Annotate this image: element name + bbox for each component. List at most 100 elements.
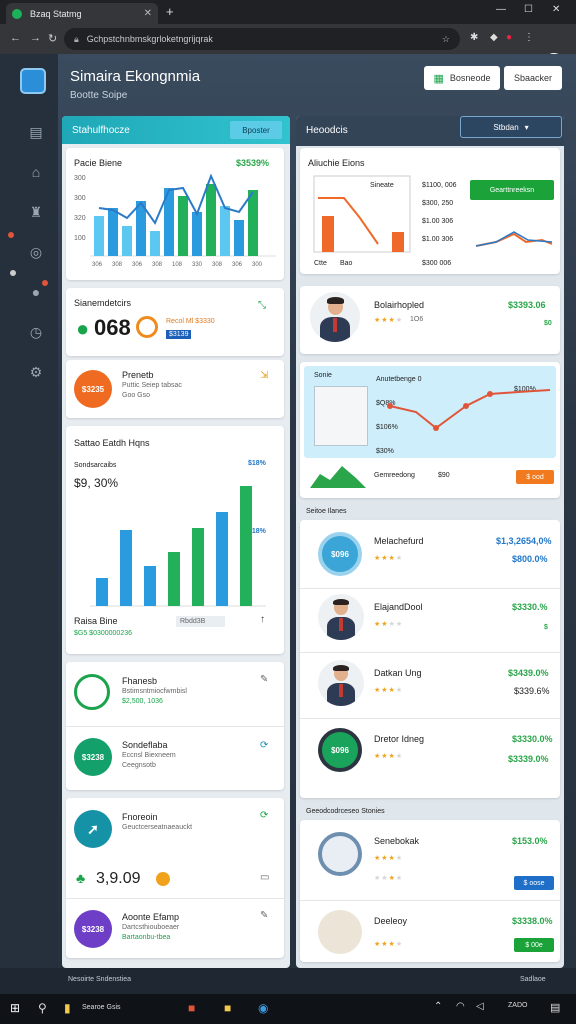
app-yellow-icon[interactable]: ■ [224,1001,231,1015]
product3-tag: $ [544,624,548,631]
right-head-dropdown[interactable]: Stbdan ▾ [460,116,562,138]
back-icon[interactable]: ← [10,32,21,44]
bp1-button[interactable]: $ oose [514,876,554,890]
chart1-y-tick: 300 [74,195,86,202]
product2-stars: ★★★★ [374,555,404,562]
product3-price: $3330.% [512,602,548,612]
chart1-y-tick: 100 [74,235,86,242]
promo-line2: Goo Gso [122,392,151,399]
footer-left: Nesoirte Sndenstiea [68,976,132,983]
hills-icon [310,466,366,488]
document-icon[interactable]: ▤ [28,124,44,140]
new-tab-button[interactable]: + [166,4,174,19]
chart3-v1: $1100, 006 [422,182,457,189]
product5-stars: ★★★★ [374,753,404,760]
divider [300,718,560,719]
volume-icon[interactable]: ◁ [476,1001,484,1012]
browser-icon[interactable]: ◉ [258,1001,268,1015]
product3-avatar [318,594,364,640]
building-icon[interactable]: ♜ [28,204,44,220]
kpi-tag2: $3139 [166,330,192,339]
app-logo-icon[interactable] [20,68,46,94]
taskbar-app-label: Searoe Gsis [82,1004,121,1011]
list3-title: Fnoreoin [122,812,158,822]
close-tab-icon[interactable]: ✕ [144,8,152,19]
edit-icon-2[interactable]: ✎ [260,910,268,921]
primary-header-button[interactable]: ▦ Bosneode [424,66,500,90]
chart2-bar [96,578,108,606]
bp2-button[interactable]: $ 00e [514,938,554,952]
product4-sub: $339.6% [514,686,550,696]
promo-card: $3235 Prenetb Puttic Seiep tabsac Goo Gs… [66,360,284,418]
edit-icon[interactable]: ✎ [260,674,268,685]
folder-icon[interactable]: ▭ [260,872,269,883]
minimize-icon[interactable]: — [496,4,506,15]
secondary-header-button[interactable]: Sbaacker [504,66,562,90]
chart1-x-tick: 300 [252,262,263,268]
promo-line1: Puttic Seiep tabsac [122,382,182,389]
section1-title: Seitoe Ilanes [306,508,347,515]
product2-circle: $096 [318,532,362,576]
chart1-svg: 300 300 320 100 306 308 306 308 108 330 308 306 300 [74,173,276,268]
chart3-legend: Sineate [370,182,394,189]
chart3-bar [392,232,404,252]
divider [66,726,284,727]
map-button[interactable]: $ ood [516,470,554,484]
url-text: Gchpstchnbmskgrloketngrijqrak [86,34,213,44]
bp2-price: $3338.0% [512,916,553,926]
share-icon[interactable]: ⇲ [260,370,268,381]
search-icon[interactable]: ⚲ [38,1001,47,1015]
left-head-button[interactable]: Bposter [230,121,282,139]
chart1-x-tick: 308 [112,262,123,268]
refresh-icon-2[interactable]: ⟳ [260,810,268,821]
chart1-bar [178,196,188,256]
forward-icon[interactable]: → [30,32,41,44]
browser-tab[interactable]: Bzaq Statmg ✕ [6,3,158,24]
refresh-icon[interactable]: ⟳ [260,740,268,751]
chart-icon[interactable]: ◎ [28,244,44,260]
tray-icon[interactable]: ⌃ [434,1001,442,1012]
product5-sub: $3339.0% [508,754,549,764]
settings-icon[interactable]: ⚙ [28,364,44,380]
chart3-foot3: $300 006 [422,260,452,267]
page-title: Simaira Ekongnmia [70,68,201,85]
chart1-x-tick: 108 [172,262,183,268]
chart1-y-tick: 300 [74,175,86,182]
maximize-icon[interactable]: ☐ [524,4,533,15]
list1-line1: Bstimsntmiocfwmbisl [122,688,187,695]
grid-icon: ▦ [433,72,444,85]
notifications-icon[interactable]: ● [28,284,44,300]
chart1-bar [220,206,230,256]
close-window-icon[interactable]: ✕ [552,4,560,15]
clock-icon[interactable]: ◷ [28,324,44,340]
list4-line1: Dartcsthiouboeaer [122,924,180,931]
extension-puzzle-icon[interactable]: ✱ [470,32,478,43]
file-explorer-icon[interactable]: ▮ [64,1001,71,1015]
start-icon[interactable]: ⊞ [10,1001,20,1015]
url-input[interactable]: 🔒︎ Gchpstchnbmskgrloketngrijqrak ☆ [64,28,460,50]
bottom-product-card: Senebokak ★★★★ ★★★★ $153.0% $ oose Deele… [300,820,560,962]
chart3-v3: $1.00 306 [422,218,454,225]
pin-icon[interactable]: ↑ [260,614,265,625]
divider [300,900,560,901]
menu-icon[interactable]: ⋮ [524,32,534,43]
app-red-icon[interactable]: ■ [188,1001,195,1015]
wifi-icon[interactable]: ◠ [456,1001,465,1012]
reload-icon[interactable]: ↻ [48,32,57,45]
favicon-icon [12,8,22,19]
chart1-bar [150,231,160,256]
divider [300,588,560,589]
expand-icon[interactable]: ⤡ [258,300,266,311]
badge-dot [42,280,48,286]
extension-badge-icon[interactable]: ● [506,32,512,43]
product1-sub: 1O6 [410,316,424,323]
bookmark-star-icon[interactable]: ☆ [442,34,450,45]
map-trend-line [389,389,551,430]
bp1-chart-icon [318,832,362,876]
tab-bar: Bzaq Statmg ✕ + — ☐ ✕ [0,0,576,24]
chart3-action-button[interactable]: Gearttnreeksn [470,180,554,200]
product1-avatar [310,292,360,342]
store-icon[interactable]: ⌂ [28,164,44,180]
extension-icon[interactable]: ◆ [490,32,498,43]
notification-center-icon[interactable]: ▤ [550,1001,560,1014]
